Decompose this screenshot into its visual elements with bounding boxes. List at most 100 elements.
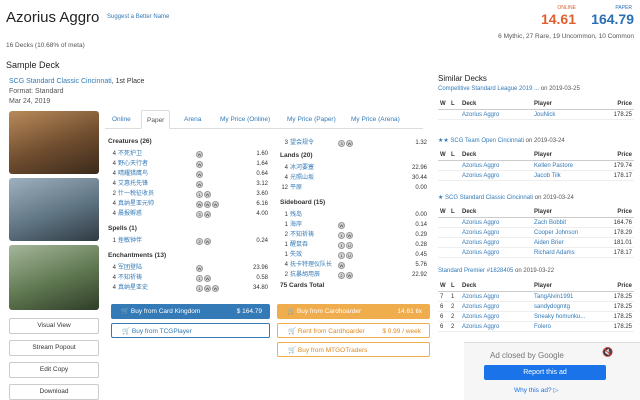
card-name-link[interactable]: 平原	[290, 183, 302, 193]
card-art-image[interactable]	[9, 245, 99, 310]
card-name-link[interactable]: 真纳星亚元帅	[118, 199, 154, 209]
mana-symbol-icon: 1	[196, 191, 203, 198]
card-name-link[interactable]: 晴耀猎鹰鸟	[118, 169, 148, 179]
tab-my-price-arena[interactable]: My Price (Arena)	[346, 110, 405, 129]
edit-copy-button[interactable]: Edit Copy	[9, 362, 99, 378]
card-name-link[interactable]: 望会规令	[290, 138, 314, 148]
column-header: L	[451, 283, 455, 289]
similar-event-date: on 2019-03-22	[513, 268, 555, 274]
why-this-ad-link[interactable]: Why this ad? ▷	[514, 386, 558, 394]
card-name-link[interactable]: 野心天行者	[118, 159, 148, 169]
deck-price: 178.25	[613, 314, 632, 320]
card-name-link[interactable]: 海岸	[290, 220, 302, 230]
card-row: 4 光照山坂 30.44	[280, 173, 430, 183]
card-quantity: 4	[284, 165, 288, 171]
mana-symbol-icon: W	[204, 201, 211, 208]
deck-link[interactable]: Azorius Aggro	[462, 218, 499, 228]
card-art-image[interactable]	[9, 178, 99, 241]
card-row: 4 军团登陆 W 23.96	[108, 263, 270, 273]
player-link[interactable]: Aiden Brier	[534, 238, 564, 248]
card-name-link[interactable]: 晨报孵惑	[118, 209, 142, 219]
similar-event-line: ★ SCG Standard Classic Cincinnati on 201…	[438, 194, 574, 201]
card-name-link[interactable]: 挫敏钟伴	[118, 236, 142, 246]
column-header: Deck	[462, 101, 477, 107]
similar-event-link[interactable]: Competitive Standard League 2019 ...	[438, 86, 539, 92]
tab-my-price-online[interactable]: My Price (Online)	[215, 110, 275, 129]
player-link[interactable]: TangAlvin1991	[534, 292, 573, 302]
column-header: W	[440, 152, 446, 158]
deck-link[interactable]: Azorius Aggro	[462, 110, 499, 120]
card-name-link[interactable]: 艾惠托先锋	[118, 179, 148, 189]
similar-event-link[interactable]: Standard Premier #1828405	[438, 268, 513, 274]
table-header: W L Deck Player Price	[438, 207, 634, 218]
card-name-link[interactable]: 不知祈祷	[290, 230, 314, 240]
deck-link[interactable]: Azorius Aggro	[462, 228, 499, 238]
player-link[interactable]: Richard Adams	[534, 248, 575, 258]
deck-link[interactable]: Azorius Aggro	[462, 161, 499, 171]
tab-my-price-paper[interactable]: My Price (Paper)	[282, 110, 341, 129]
card-name-link[interactable]: 抚卡特理仪队长	[290, 260, 332, 270]
mana-symbol-icon: W	[346, 232, 353, 239]
stream-popout-button[interactable]: Stream Popout	[9, 340, 99, 356]
tab-online[interactable]: Online	[107, 110, 136, 129]
section-heading: Creatures (26)	[108, 138, 152, 145]
card-name-link[interactable]: 醒鼠吞	[290, 240, 308, 250]
column-header: Player	[534, 101, 553, 107]
suggest-name-link[interactable]: Suggest a Better Name	[107, 14, 169, 20]
report-ad-button[interactable]: Report this ad	[484, 365, 606, 380]
card-art-image[interactable]	[9, 111, 99, 174]
deck-link[interactable]: Azorius Aggro	[462, 248, 499, 258]
buy-mtgotraders-button[interactable]: 🛒 Buy from MTGOTraders	[277, 342, 430, 357]
card-name-link[interactable]: 抗暴胡用辰	[290, 270, 320, 280]
card-price: 0.28	[415, 242, 427, 248]
similar-event-link[interactable]: ★ SCG Standard Classic Cincinnati	[438, 195, 533, 201]
event-link[interactable]: SCG Standard Classic Cincinnati	[9, 78, 112, 85]
rent-cardhoarder-button[interactable]: 🛒 Rent from Cardhoarder $ 0.99 / week	[277, 323, 430, 338]
card-name-link[interactable]: 什一税征收员	[118, 189, 154, 199]
deck-link[interactable]: Azorius Aggro	[462, 302, 499, 312]
player-link[interactable]: Jacob Tilk	[534, 171, 561, 181]
card-name-link[interactable]: 不知祈祷	[118, 273, 142, 283]
player-link[interactable]: Kellen Pastore	[534, 161, 573, 171]
card-name-link[interactable]: 残岛	[290, 210, 302, 220]
mana-symbol-icon: 1	[196, 275, 203, 282]
deck-link[interactable]: Azorius Aggro	[462, 322, 499, 332]
buy-cardhoarder-button[interactable]: 🛒 Buy from Cardhoarder 14.61 tix	[277, 304, 430, 319]
card-price: 0.29	[415, 232, 427, 238]
card-name-link[interactable]: 真纳星亚史	[118, 283, 148, 293]
player-link[interactable]: Sneaky homunku...	[534, 312, 585, 322]
buy-tcgplayer-button[interactable]: 🛒 Buy from TCGPlayer	[111, 323, 270, 338]
card-quantity: 1	[284, 222, 288, 228]
card-name-link[interactable]: 军团登陆	[118, 263, 142, 273]
similar-event-line: Competitive Standard League 2019 ... on …	[438, 86, 580, 92]
visual-view-button[interactable]: Visual View	[9, 318, 99, 334]
download-button[interactable]: Download	[9, 384, 99, 400]
card-quantity: 4	[112, 171, 116, 177]
similar-decks-table: W L Deck Player Price 7 1 Azorius Aggro TangAlvi…	[438, 281, 634, 332]
column-header: Deck	[462, 209, 477, 215]
card-row: 3 望会规令 3 W 1.32	[280, 138, 430, 148]
tab-paper[interactable]: Paper	[141, 110, 171, 129]
mute-icon[interactable]: 🔇	[602, 347, 613, 358]
card-name-link[interactable]: 失效	[290, 250, 302, 260]
mana-symbol-icon: 3	[196, 211, 203, 218]
card-price: 30.44	[411, 175, 427, 181]
player-link[interactable]: Cooper Johnson	[534, 228, 578, 238]
player-link[interactable]: Zach Bobbit	[534, 218, 566, 228]
ad-closed-text: Ad closed by Google	[490, 351, 564, 360]
deck-link[interactable]: Azorius Aggro	[462, 171, 499, 181]
deck-link[interactable]: Azorius Aggro	[462, 292, 499, 302]
card-name-link[interactable]: 冰河要塞	[290, 163, 314, 173]
buy-card-kingdom-button[interactable]: 🛒 Buy from Card Kingdom $ 164.79	[111, 304, 270, 319]
player-link[interactable]: JouNick	[534, 110, 555, 120]
player-link[interactable]: sandydogmtg	[534, 302, 570, 312]
tab-arena[interactable]: Arena	[179, 110, 206, 129]
card-row: 4 野心天行者 W 1.64	[108, 159, 270, 169]
card-name-link[interactable]: 光照山坂	[290, 173, 314, 183]
similar-event-link[interactable]: ★★ SCG Team Open Cincinnati	[438, 138, 524, 144]
player-link[interactable]: Folero	[534, 322, 551, 332]
deck-link[interactable]: Azorius Aggro	[462, 312, 499, 322]
deck-link[interactable]: Azorius Aggro	[462, 238, 499, 248]
card-name-link[interactable]: 不死护卫	[118, 149, 142, 159]
card-row: 4 抚卡特理仪队长 W 5.76	[280, 260, 430, 270]
